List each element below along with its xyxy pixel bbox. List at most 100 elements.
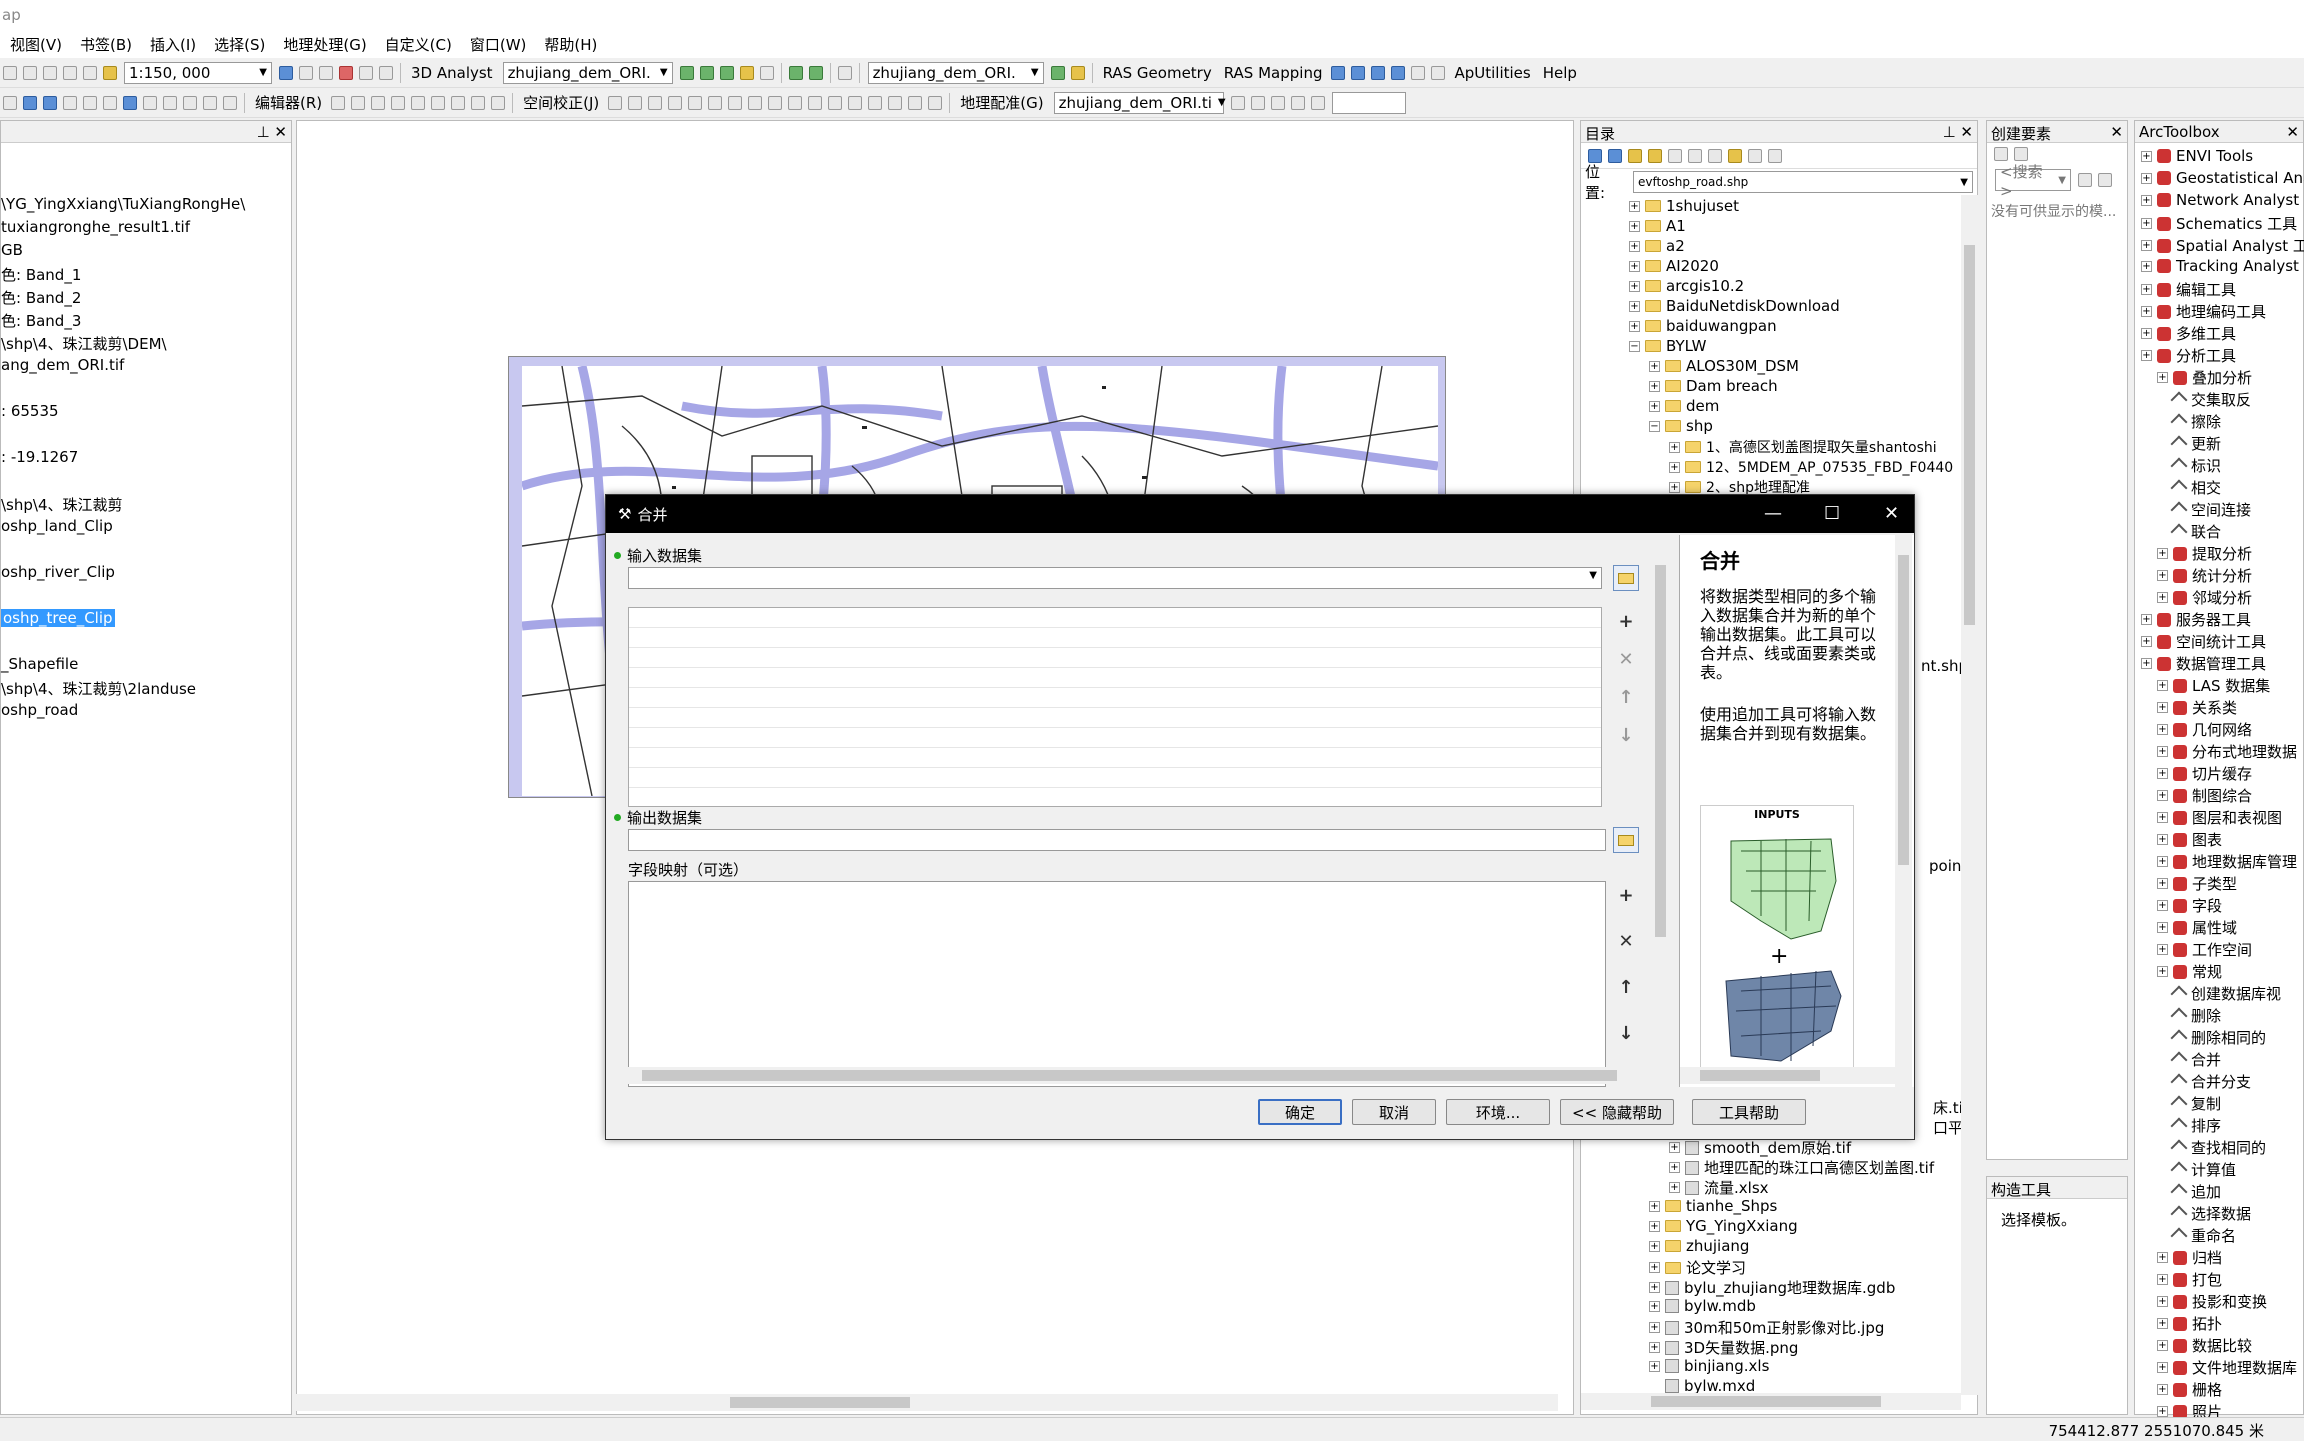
expand-icon[interactable]: + [2157,812,2168,823]
expand-icon[interactable]: + [1649,1342,1660,1353]
toolbox-tool[interactable]: 计算值 [2170,1159,2236,1180]
template-view-icon[interactable] [2014,147,2028,161]
new-folder-icon[interactable] [1728,148,1742,163]
organize-templates-icon[interactable] [1994,147,2008,161]
expand-icon[interactable]: + [2157,900,2168,911]
toolbox-tool[interactable]: 空间连接 [2170,499,2251,520]
tree-item[interactable]: + AI2020 [1629,257,1719,275]
expand-icon[interactable]: + [1649,380,1660,392]
scrollbar-thumb[interactable] [1655,565,1666,937]
toolbox-item[interactable]: + 文件地理数据库 [2157,1357,2297,1378]
output-dataset-field[interactable] [628,829,1606,851]
toc-item[interactable]: oshp_land_Clip [1,517,113,535]
shift-raster-icon[interactable] [1250,95,1265,110]
view-options-icon[interactable] [1708,148,1722,163]
template-search[interactable]: <搜索> ▼ [1995,163,2071,200]
spatial-adjustment-menu[interactable]: 空间校正(J) [523,92,599,113]
viewer-icon[interactable] [1310,95,1325,110]
edit-vertex-icon[interactable] [351,95,366,110]
select-elements-icon[interactable] [103,95,117,110]
toolbox-tool[interactable]: 更新 [2170,433,2221,454]
scrollbar-thumb[interactable] [1898,555,1909,865]
ras-geometry-menu[interactable]: RAS Geometry [1103,64,1212,82]
toolbox-item[interactable]: + 属性域 [2157,917,2237,938]
expand-icon[interactable]: + [1629,220,1640,232]
expand-icon[interactable]: + [1649,1322,1660,1333]
tree-item[interactable]: +3D矢量数据.png [1649,1337,1798,1358]
raster-tool-icon[interactable] [1050,65,1065,80]
expand-icon[interactable]: + [1649,360,1660,372]
toolbox-item[interactable]: + 地理数据库管理 [2157,851,2297,872]
toolbox-item[interactable]: + 分析工具 [2141,345,2236,366]
identify-icon[interactable] [123,95,137,110]
delete-icon[interactable] [43,65,57,80]
toolbox-tool[interactable]: 删除 [2170,1005,2221,1026]
add-control-points-icon[interactable] [1270,95,1285,110]
help-menu[interactable]: Help [1543,64,1577,82]
toolbox-item[interactable]: + 多维工具 [2141,323,2236,344]
georef-tool-icon-4[interactable] [888,95,903,110]
arcscene-icon[interactable] [759,65,774,80]
expand-icon[interactable]: + [1629,320,1640,332]
toc-item[interactable]: \shp\4、珠江裁剪\2landuse [1,678,196,699]
toolbox-item[interactable]: + 地理编码工具 [2141,301,2266,322]
tree-item[interactable]: + dem [1649,397,1719,415]
layer-combo-1[interactable]: zhujiang_dem_ORI. ▼ [502,61,673,84]
toolbox-item[interactable]: + 打包 [2157,1269,2222,1290]
toolbox-tool[interactable]: 排序 [2170,1115,2221,1136]
scrollbar-thumb[interactable] [1651,1396,1881,1407]
tree-item[interactable]: + baiduwangpan [1629,317,1777,335]
georef-tool-icon-6[interactable] [928,95,943,110]
toolbox-item[interactable]: + Geostatistical Ana [2141,169,2304,187]
menu-view[interactable]: 视图(V) [10,34,62,55]
search-icon[interactable] [2078,173,2092,187]
input-datasets-list[interactable] [628,607,1602,807]
expand-icon[interactable]: + [2157,1296,2168,1307]
toolbox-tool[interactable]: 相交 [2170,477,2221,498]
select-elements-icon[interactable] [608,95,623,110]
chart-icon[interactable] [837,65,852,80]
toolbox-item[interactable]: + 分布式地理数据 [2157,741,2297,762]
toc-item[interactable]: \shp\4、珠江裁剪 [1,494,123,515]
edge-match-icon[interactable] [788,95,803,110]
close-icon[interactable]: ✕ [2110,123,2123,141]
cut-polygon-icon[interactable] [391,95,406,110]
expand-icon[interactable]: + [1629,200,1640,212]
histogram-icon[interactable] [1070,65,1085,80]
expand-icon[interactable]: + [2157,570,2168,581]
toolbox-tool[interactable]: 联合 [2170,521,2221,542]
forward-arrow-icon[interactable] [43,95,57,110]
expand-icon[interactable]: + [2157,878,2168,889]
toolbox-item[interactable]: + Spatial Analyst 工 [2141,235,2304,256]
expand-icon[interactable]: + [2141,284,2152,295]
input-datasets-combo[interactable]: ▼ [628,567,1602,589]
help-horizontal-scrollbar[interactable] [1680,1067,1895,1084]
expand-icon[interactable]: + [1669,1142,1680,1153]
browse-input-button[interactable] [1613,565,1639,591]
create-features-icon[interactable] [491,95,506,110]
expand-icon[interactable]: + [1629,240,1640,252]
map-horizontal-scrollbar[interactable] [296,1394,1558,1411]
tree-item[interactable]: + bylw.mdb [1649,1297,1756,1315]
toolbox-item[interactable]: + 几何网络 [2157,719,2252,740]
toolbox-tool[interactable]: 交集取反 [2170,389,2251,410]
close-icon[interactable]: ⊥ ✕ [1943,123,1973,141]
tree-item[interactable]: + binjiang.xls [1649,1357,1769,1375]
toolbox-item[interactable]: + 数据比较 [2157,1335,2252,1356]
location-combo[interactable]: evftoshp_road.shp ▼ [1633,171,1973,193]
steepest-path-icon[interactable] [719,65,734,80]
toc-item[interactable]: \YG_YingXxiang\TuXiangRongHe\ [1,195,245,213]
toolbox-item[interactable]: + 子类型 [2157,873,2237,894]
expand-icon[interactable]: + [2141,240,2152,251]
toc-item[interactable]: oshp_road [1,701,78,719]
expand-icon[interactable]: + [2141,328,2152,339]
expand-icon[interactable]: + [1629,300,1640,312]
toolbox-item[interactable]: + 工作空间 [2157,939,2252,960]
ok-button[interactable]: 确定 [1258,1099,1342,1125]
expand-icon[interactable]: + [2157,548,2168,559]
georef-tool-icon-2[interactable] [848,95,863,110]
tree-item[interactable]: + ALOS30M_DSM [1649,357,1799,375]
toolbox-item[interactable]: + 编辑工具 [2141,279,2236,300]
globe-icon[interactable] [788,65,803,80]
tree-item[interactable]: + 论文学习 [1649,1257,1746,1278]
